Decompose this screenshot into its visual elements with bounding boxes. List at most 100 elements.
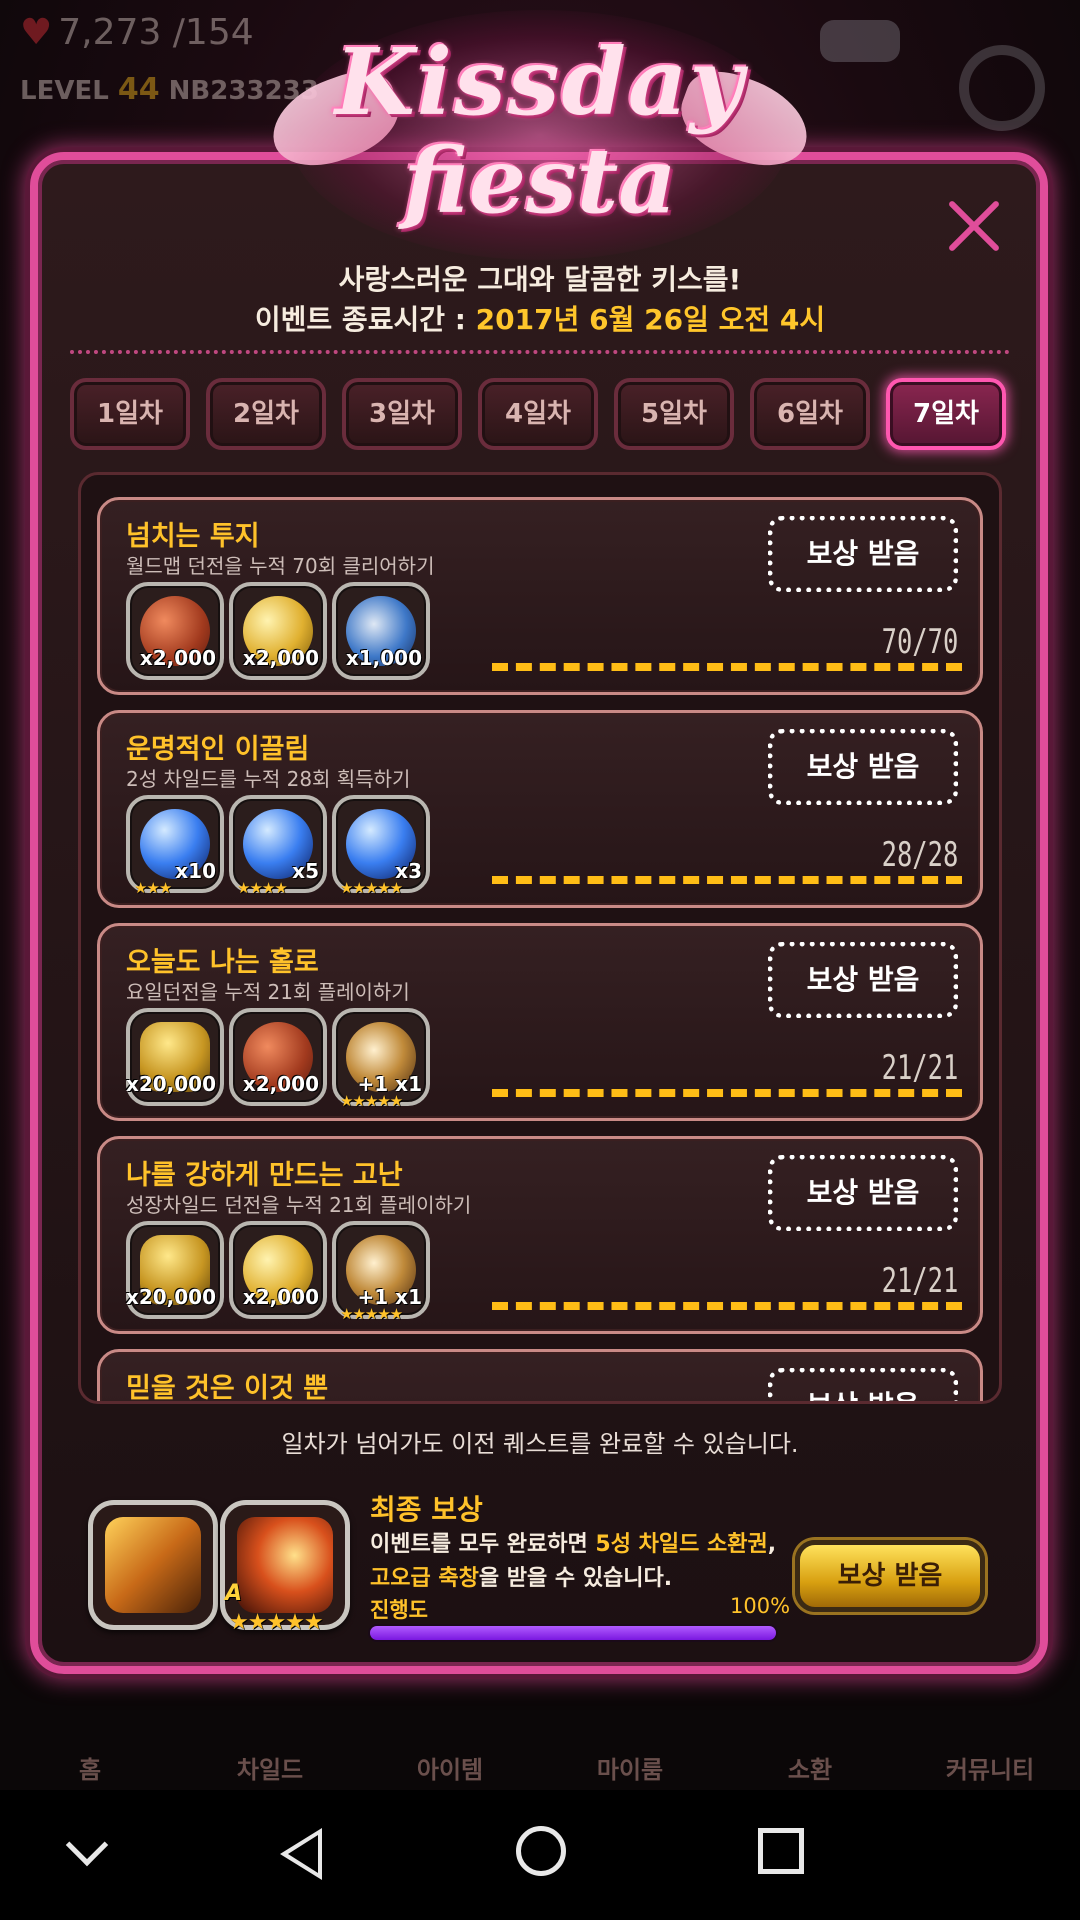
game-screen: ♥ 7,273 /154 LEVEL 44 NB233233 홈 차일드 아이템 … — [0, 0, 1080, 1920]
reward-items: x20,000 x2,000 +1 x1 ★★★★★ — [126, 1221, 446, 1323]
final-reward-item[interactable]: A ★★★★★ — [220, 1500, 350, 1635]
quest-description: 성장차일드 던전을 누적 21회 플레이하기 — [126, 1193, 472, 1217]
quest-card: 넘치는 투지 월드맵 던전을 누적 70회 클리어하기 보상 받음 x2,000… — [97, 497, 983, 695]
reward-item[interactable]: x2,000 — [229, 582, 327, 680]
tab-day-4[interactable]: 4일차 — [478, 378, 598, 450]
quest-progress: 21/21 — [881, 1048, 958, 1088]
reward-item[interactable]: x1,000 — [332, 582, 430, 680]
reward-items: x2,000 x2,000 x1,000 — [126, 582, 446, 682]
tab-day-2[interactable]: 2일차 — [206, 378, 326, 450]
item-quantity: x2,000 — [139, 646, 216, 670]
star-rating: ★★★ — [134, 879, 172, 897]
quest-card: 믿을 것은 이것 뿐 보상 받음 — [97, 1349, 983, 1404]
item-quantity: x2,000 — [242, 1285, 319, 1309]
claim-reward-button[interactable]: 보상 받음 — [768, 1155, 958, 1231]
quest-title: 넘치는 투지 — [126, 521, 260, 552]
quest-progress: 70/70 — [881, 622, 958, 662]
quest-progress-bar — [492, 876, 962, 884]
reward-item[interactable]: x5 ★★★★ — [229, 795, 327, 897]
star-rating: ★★★★★ — [340, 1305, 403, 1323]
chevron-down-icon[interactable] — [65, 1823, 109, 1867]
nav-myroom[interactable]: 마이룸 — [540, 1750, 720, 1785]
reward-item[interactable]: +1 x1 ★★★★★ — [332, 1008, 430, 1110]
reward-item[interactable]: +1 x1 ★★★★★ — [332, 1221, 430, 1323]
quest-title: 운명적인 이끌림 — [126, 734, 310, 765]
quest-progress-bar — [492, 1302, 962, 1310]
quest-description: 2성 차일드를 누적 28회 획득하기 — [126, 767, 411, 791]
event-end-time: 이벤트 종료시간 : 2017년 6월 26일 오전 4시 — [254, 303, 826, 336]
progress-label: 진행도 — [370, 1598, 428, 1622]
item-quantity: x2,000 — [242, 646, 319, 670]
event-logo: Kissday fiesta — [260, 0, 820, 270]
reward-item[interactable]: x20,000 — [126, 1221, 224, 1319]
reward-item[interactable]: x10 ★★★ — [126, 795, 224, 897]
final-claim-button[interactable]: 보상 받음 — [795, 1540, 985, 1612]
logo-text-kissday: Kissday — [335, 28, 745, 136]
star-rating: ★★★★★ — [340, 1092, 403, 1110]
nav-home[interactable]: 홈 — [0, 1750, 180, 1785]
claim-reward-button[interactable]: 보상 받음 — [768, 729, 958, 805]
item-quantity: x2,000 — [242, 1072, 319, 1096]
claim-reward-button[interactable]: 보상 받음 — [768, 516, 958, 592]
tab-day-6[interactable]: 6일차 — [750, 378, 870, 450]
quest-card: 오늘도 나는 홀로 요일던전을 누적 21회 플레이하기 보상 받음 x20,0… — [97, 923, 983, 1121]
quest-progress-bar — [492, 1089, 962, 1097]
chat-icon[interactable] — [820, 20, 900, 62]
reward-item[interactable]: x20,000 — [126, 1008, 224, 1106]
tab-day-3[interactable]: 3일차 — [342, 378, 462, 450]
tab-day-1[interactable]: 1일차 — [70, 378, 190, 450]
nav-item[interactable]: 아이템 — [360, 1750, 540, 1785]
gear-icon[interactable] — [959, 45, 1045, 131]
star-rating: ★★★★★ — [229, 1610, 324, 1635]
reward-item[interactable]: x2,000 — [229, 1008, 327, 1106]
item-quantity: x5 — [292, 859, 319, 883]
progress-percent: 100% — [730, 1594, 791, 1618]
quest-list[interactable]: 넘치는 투지 월드맵 던전을 누적 70회 클리어하기 보상 받음 x2,000… — [78, 472, 1002, 1404]
weapon-icon — [237, 1517, 333, 1613]
quest-description: 월드맵 던전을 누적 70회 클리어하기 — [126, 554, 435, 578]
back-icon[interactable] — [280, 1828, 322, 1880]
final-reward-item[interactable] — [88, 1500, 218, 1630]
item-quantity: x10 — [175, 859, 216, 883]
divider — [70, 350, 1010, 354]
tab-day-7[interactable]: 7일차 — [886, 378, 1006, 450]
quest-title: 오늘도 나는 홀로 — [126, 947, 319, 978]
bottom-nav: 홈 차일드 아이템 마이룸 소환 커뮤니티 — [0, 1660, 1080, 1790]
system-navigation-bar — [0, 1790, 1080, 1920]
final-reward-description: 이벤트를 모두 완료하면 5성 차일드 소환권, 고오급 축창을 받을 수 있습… — [370, 1532, 777, 1591]
reward-items: x10 ★★★ x5 ★★★★ x3 ★★★★★ — [126, 795, 446, 897]
reward-item[interactable]: x3 ★★★★★ — [332, 795, 430, 897]
progress-bar — [368, 1624, 778, 1642]
reward-item[interactable]: x2,000 — [229, 1221, 327, 1319]
heart-icon: ♥ — [20, 12, 53, 53]
close-button[interactable] — [944, 196, 1004, 256]
reward-item[interactable]: x2,000 — [126, 582, 224, 680]
quest-title: 나를 강하게 만드는 고난 — [126, 1160, 403, 1191]
quest-progress: 28/28 — [881, 835, 958, 875]
claim-reward-button[interactable]: 보상 받음 — [768, 942, 958, 1018]
star-rating: ★★★★ — [237, 879, 288, 897]
star-rating: ★★★★★ — [340, 879, 403, 897]
tab-day-5[interactable]: 5일차 — [614, 378, 734, 450]
home-icon[interactable] — [516, 1826, 566, 1876]
logo-text-fiesta: fiesta — [403, 128, 677, 234]
quest-description: 요일던전을 누적 21회 플레이하기 — [126, 980, 410, 1004]
summon-ticket-icon — [105, 1517, 201, 1613]
event-subtitle: 사랑스러운 그대와 달콤한 키스를! — [338, 263, 742, 296]
nav-community[interactable]: 커뮤니티 — [900, 1750, 1080, 1785]
quest-progress: 21/21 — [881, 1261, 958, 1301]
quest-title: 믿을 것은 이것 뿐 — [126, 1373, 329, 1404]
quest-card: 나를 강하게 만드는 고난 성장차일드 던전을 누적 21회 플레이하기 보상 … — [97, 1136, 983, 1334]
nav-summon[interactable]: 소환 — [720, 1750, 900, 1785]
item-quantity: x20,000 — [125, 1285, 216, 1309]
quest-progress-bar — [492, 663, 962, 671]
item-quantity: x20,000 — [125, 1072, 216, 1096]
hearts-counter: ♥ 7,273 /154 — [20, 12, 254, 53]
reward-items: x20,000 x2,000 +1 x1 ★★★★★ — [126, 1008, 446, 1110]
final-reward-title: 최종 보상 — [370, 1493, 483, 1526]
recent-apps-icon[interactable] — [758, 1828, 804, 1874]
progress-bar-fill — [370, 1626, 776, 1640]
nav-child[interactable]: 차일드 — [180, 1750, 360, 1785]
claim-reward-button[interactable]: 보상 받음 — [768, 1368, 958, 1401]
item-grade: A — [225, 1581, 243, 1606]
